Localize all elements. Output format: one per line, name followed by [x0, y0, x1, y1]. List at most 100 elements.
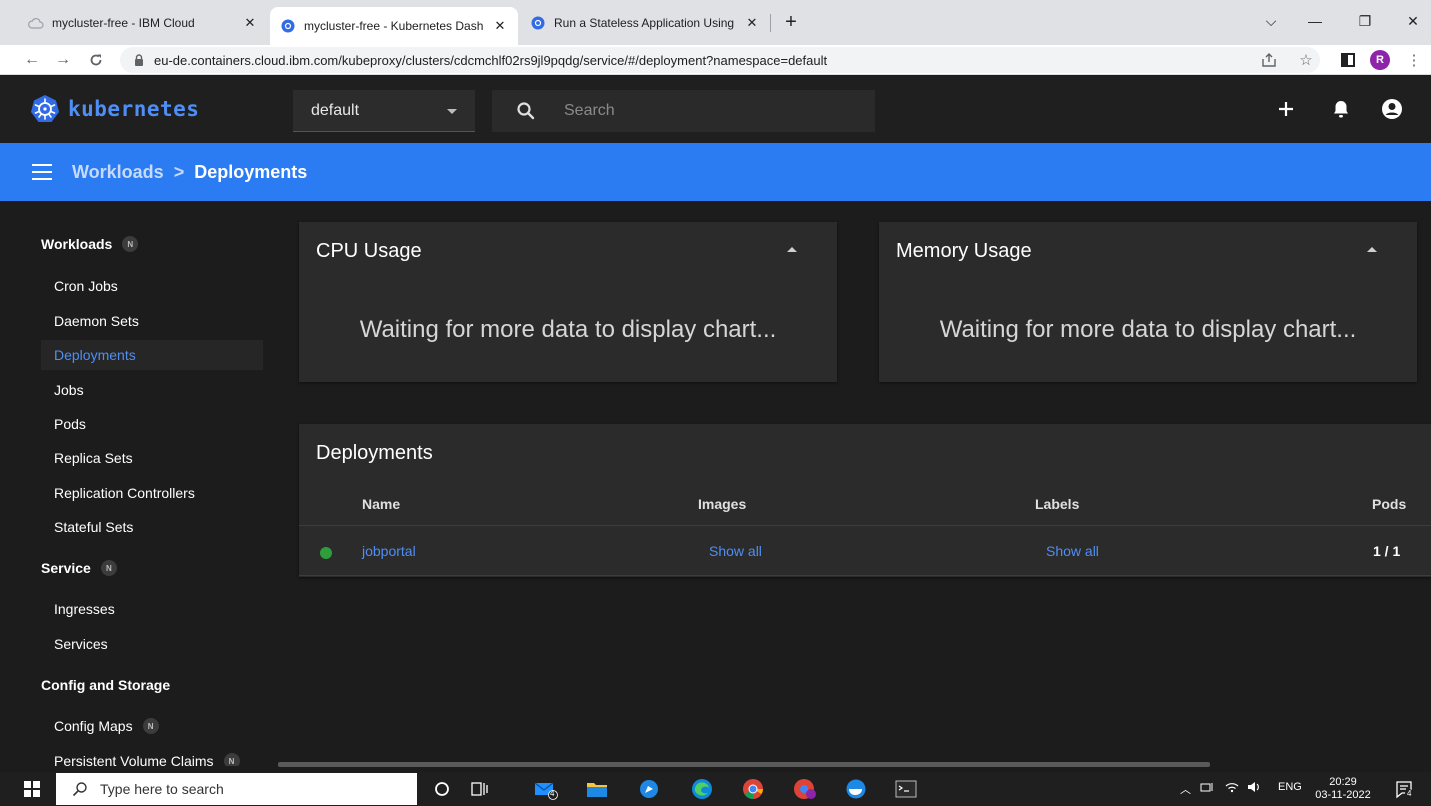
edge-icon[interactable] [689, 777, 715, 801]
file-explorer-icon[interactable] [584, 777, 610, 801]
wifi-icon[interactable] [1224, 781, 1240, 796]
section-label: Config and Storage [41, 677, 171, 693]
restore-button[interactable]: ❐ [1343, 8, 1387, 34]
tab-title: Run a Stateless Application Using [554, 15, 735, 30]
app-header: kubernetes default [0, 76, 1431, 143]
collapse-icon[interactable] [787, 247, 797, 252]
browser-tab-stateless-app[interactable]: Run a Stateless Application Using ✕ [520, 7, 770, 38]
cpu-usage-card: CPU Usage Waiting for more data to displ… [299, 222, 837, 382]
volume-icon[interactable] [1247, 781, 1263, 796]
deployment-name-link[interactable]: jobportal [362, 543, 416, 559]
cloud-icon [28, 15, 44, 31]
address-bar[interactable]: eu-de.containers.cloud.ibm.com/kubeproxy… [120, 47, 1320, 73]
taskbar-search-placeholder: Type here to search [100, 781, 224, 797]
sidebar-item-services[interactable]: Services [41, 629, 263, 659]
browser-toolbar: ← → eu-de.containers.cloud.ibm.com/kubep… [0, 45, 1431, 75]
close-icon[interactable]: ✕ [492, 18, 508, 34]
hamburger-menu-icon[interactable] [32, 164, 52, 180]
taskbar-search-box[interactable]: Type here to search [56, 773, 417, 805]
bookmark-star-icon[interactable]: ☆ [1295, 49, 1317, 71]
url-text: eu-de.containers.cloud.ibm.com/kubeproxy… [154, 52, 828, 68]
table-divider [299, 575, 1431, 576]
mail-icon[interactable]: 4 [533, 777, 559, 801]
bell-icon [1334, 101, 1348, 118]
sidebar-item-daemon-sets[interactable]: Daemon Sets [41, 306, 263, 336]
chrome-profile-icon[interactable] [792, 777, 818, 801]
sidebar-section-config-and-storage[interactable]: Config and Storage [41, 677, 170, 693]
browser-menu-icon[interactable]: ⋮ [1403, 49, 1425, 71]
chrome-icon[interactable] [740, 777, 766, 801]
close-icon[interactable]: ✕ [744, 15, 760, 31]
sidebar-item-deployments[interactable]: Deployments [41, 340, 263, 370]
namespaced-badge: N [122, 236, 139, 252]
sidebar-item-ingresses[interactable]: Ingresses [41, 594, 263, 624]
terminal-icon[interactable] [893, 777, 919, 801]
create-button[interactable] [1273, 96, 1299, 122]
profile-button[interactable]: R [1369, 49, 1391, 71]
namespace-select[interactable]: default [293, 90, 475, 132]
task-view-icon[interactable] [467, 777, 493, 801]
sidebar-item-cron-jobs[interactable]: Cron Jobs [41, 271, 263, 301]
forward-button[interactable]: → [51, 48, 75, 72]
card-title: Deployments [316, 442, 433, 464]
memory-usage-card: Memory Usage Waiting for more data to di… [879, 222, 1417, 382]
search-icon [72, 782, 87, 797]
docker-icon[interactable] [843, 777, 869, 801]
column-header-images: Images [698, 496, 747, 512]
item-label: Persistent Volume Claims [54, 753, 214, 766]
account-circle-icon [1382, 99, 1402, 119]
close-window-button[interactable]: ✕ [1391, 8, 1431, 34]
horizontal-scrollbar[interactable] [278, 762, 1210, 767]
collapse-icon[interactable] [1367, 247, 1377, 252]
side-panel-icon[interactable] [1337, 49, 1359, 71]
breadcrumb-workloads-link[interactable]: Workloads [72, 162, 164, 183]
browser-tab-ibm-cloud[interactable]: mycluster-free - IBM Cloud ✕ [18, 7, 268, 38]
sidebar-item-persistent-volume-claims[interactable]: Persistent Volume Claims N [41, 746, 263, 766]
share-icon[interactable] [1258, 49, 1280, 71]
show-hidden-icons-button[interactable]: ︿ [1180, 781, 1191, 797]
kubernetes-logo-icon [31, 95, 59, 122]
back-button[interactable]: ← [20, 48, 44, 72]
kubernetes-icon [280, 18, 296, 34]
browser-tab-kubernetes-dashboard[interactable]: mycluster-free - Kubernetes Dash ✕ [270, 7, 518, 45]
sidebar-item-jobs[interactable]: Jobs [41, 375, 263, 405]
edge-legacy-icon[interactable] [636, 777, 662, 801]
new-tab-button[interactable]: + [779, 10, 803, 34]
language-indicator[interactable]: ENG [1278, 781, 1302, 793]
card-title: Memory Usage [896, 240, 1032, 262]
labels-show-all-link[interactable]: Show all [1046, 543, 1099, 559]
cortana-icon[interactable] [429, 777, 455, 801]
system-clock[interactable]: 20:29 03-11-2022 [1312, 776, 1374, 802]
windows-start-icon[interactable] [24, 781, 40, 797]
tab-search-button[interactable]: ⌵ [1249, 8, 1293, 34]
clock-date: 03-11-2022 [1315, 789, 1371, 801]
network-icon[interactable] [1200, 781, 1216, 796]
images-show-all-link[interactable]: Show all [709, 543, 762, 559]
taskbar: Type here to search 4 ︿ ENG 20:29 03-11-… [0, 772, 1431, 806]
brand[interactable]: kubernetes [30, 94, 199, 124]
minimize-button[interactable]: — [1293, 8, 1337, 34]
pods-count: 1 / 1 [1373, 543, 1401, 559]
column-header-name[interactable]: Name [362, 496, 400, 512]
account-button[interactable] [1379, 96, 1405, 122]
sidebar-item-replication-controllers[interactable]: Replication Controllers [41, 478, 263, 508]
sidebar-item-pods[interactable]: Pods [41, 409, 263, 439]
action-center-icon[interactable]: 4 [1394, 779, 1414, 802]
close-icon[interactable]: ✕ [242, 15, 258, 31]
status-running-icon [320, 547, 332, 559]
breadcrumb: Workloads > Deployments [0, 143, 1431, 201]
column-header-labels: Labels [1035, 496, 1080, 512]
sidebar-section-workloads[interactable]: Workloads N [41, 236, 139, 252]
notifications-button[interactable] [1328, 96, 1354, 122]
chevron-down-icon [447, 109, 457, 114]
sidebar-item-stateful-sets[interactable]: Stateful Sets [41, 512, 263, 542]
table-row: jobportal Show all Show all 1 / 1 [299, 526, 1431, 576]
sidebar-item-replica-sets[interactable]: Replica Sets [41, 443, 263, 473]
sidebar-item-config-maps[interactable]: Config Maps N [41, 711, 263, 741]
item-label: Config Maps [54, 718, 133, 734]
search-input[interactable] [564, 102, 844, 120]
search-bar [492, 90, 875, 132]
sidebar-section-service[interactable]: Service N [41, 560, 117, 576]
reload-button[interactable] [84, 48, 108, 72]
mail-badge: 4 [550, 789, 555, 798]
